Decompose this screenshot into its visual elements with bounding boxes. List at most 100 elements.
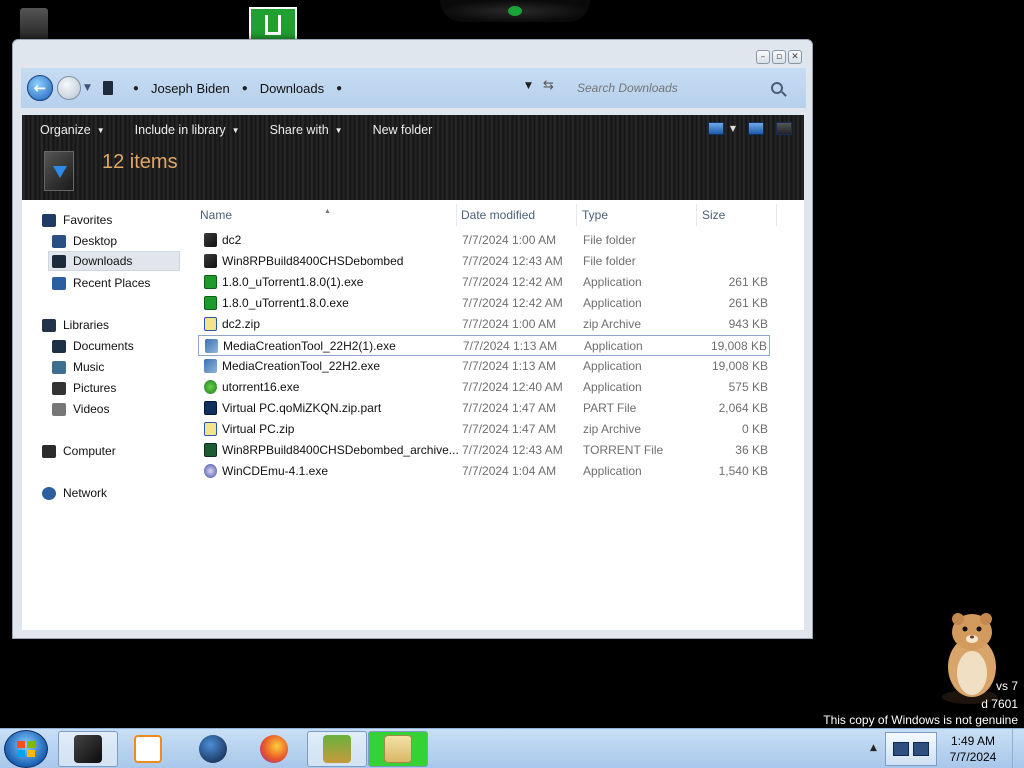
help-icon[interactable] bbox=[776, 122, 792, 135]
action-center-icon[interactable] bbox=[893, 742, 909, 756]
nav-libraries[interactable]: Libraries bbox=[42, 315, 109, 335]
nav-label: Pictures bbox=[73, 381, 117, 395]
file-row[interactable]: Win8RPBuild8400CHSDebombed 7/7/2024 12:43… bbox=[198, 251, 770, 272]
start-button[interactable] bbox=[4, 730, 48, 768]
column-type[interactable]: Type bbox=[582, 208, 608, 222]
file-name: 1.8.0_uTorrent1.8.0(1).exe bbox=[222, 275, 364, 289]
share-with-button[interactable]: Share with ▼ bbox=[270, 123, 343, 137]
refresh-icon[interactable]: ⇆ bbox=[543, 78, 554, 93]
taskbar-box-game[interactable] bbox=[307, 731, 367, 767]
file-type: Application bbox=[583, 275, 642, 289]
view-dropdown-icon[interactable]: ▼ bbox=[730, 124, 736, 133]
recent-pages-dropdown[interactable]: ▼ bbox=[84, 83, 91, 93]
view-buttons: ▼ bbox=[707, 122, 792, 135]
file-row[interactable]: Virtual PC.qoMiZKQN.zip.part 7/7/2024 1:4… bbox=[198, 398, 770, 419]
nav-pictures[interactable]: Pictures bbox=[52, 378, 116, 398]
address-dropdown[interactable]: ▼ bbox=[525, 81, 532, 91]
nav-label: Libraries bbox=[63, 318, 110, 332]
taskbar-folder[interactable] bbox=[368, 731, 428, 767]
star-icon bbox=[42, 213, 56, 227]
file-date: 7/7/2024 1:47 AM bbox=[462, 422, 557, 436]
nav-computer[interactable]: Computer bbox=[42, 441, 116, 461]
file-type: TORRENT File bbox=[583, 443, 664, 457]
file-row[interactable]: WinCDEmu-4.1.exe 7/7/2024 1:04 AM Applicat… bbox=[198, 461, 770, 482]
folder-green-icon bbox=[384, 735, 412, 763]
desktop-icon[interactable] bbox=[20, 8, 48, 42]
file-type: File folder bbox=[583, 254, 636, 268]
forward-button[interactable] bbox=[57, 76, 81, 100]
file-row[interactable]: Virtual PC.zip 7/7/2024 1:47 AM zip Archiv… bbox=[198, 419, 770, 440]
file-row[interactable]: dc2 7/7/2024 1:00 AM File folder bbox=[198, 230, 770, 251]
breadcrumb-downloads[interactable]: Downloads bbox=[260, 81, 324, 96]
navigation-pane: Favorites Desktop Downloads Recent Place… bbox=[22, 200, 190, 630]
column-size[interactable]: Size bbox=[702, 208, 725, 222]
file-size: 943 KB bbox=[728, 317, 768, 331]
clock[interactable]: 1:49 AM 7/7/2024 bbox=[940, 733, 1006, 765]
desktop-utorrent-icon[interactable] bbox=[249, 7, 297, 41]
change-view-icon[interactable] bbox=[707, 122, 724, 135]
column-divider[interactable] bbox=[456, 204, 457, 226]
nav-label: Music bbox=[73, 360, 105, 374]
nav-videos[interactable]: Videos bbox=[52, 399, 109, 419]
clock-time: 1:49 AM bbox=[950, 734, 996, 748]
network-tray-icon[interactable] bbox=[913, 742, 929, 756]
file-row[interactable]: utorrent16.exe 7/7/2024 12:40 AM Applicati… bbox=[198, 377, 770, 398]
firefox-icon bbox=[260, 735, 288, 763]
downloads-icon bbox=[52, 254, 66, 268]
watermark-line-3: This copy of Windows is not genuine bbox=[823, 713, 1018, 727]
file-name: Win8RPBuild8400CHSDebombed bbox=[222, 254, 404, 268]
file-row[interactable]: MediaCreationTool_22H2.exe 7/7/2024 1:13 … bbox=[198, 356, 770, 377]
maximize-button[interactable]: ▫ bbox=[772, 50, 786, 64]
organize-button[interactable]: Organize ▼ bbox=[40, 123, 105, 137]
torrent-file-icon bbox=[204, 443, 217, 457]
file-row[interactable]: Win8RPBuild8400CHSDebombed_archive... 7/7… bbox=[198, 440, 770, 461]
nav-label: Downloads bbox=[73, 254, 133, 268]
file-row[interactable]: 1.8.0_uTorrent1.8.0(1).exe 7/7/2024 12:42… bbox=[198, 272, 770, 293]
file-size: 19,008 KB bbox=[710, 339, 767, 353]
file-size: 19,008 KB bbox=[711, 359, 768, 373]
column-divider[interactable] bbox=[576, 204, 577, 226]
search-input[interactable] bbox=[571, 81, 771, 95]
explorer-icon bbox=[74, 735, 102, 763]
column-divider[interactable] bbox=[696, 204, 697, 226]
taskbar-firefox[interactable] bbox=[244, 731, 304, 767]
show-desktop-button[interactable] bbox=[1012, 729, 1024, 768]
close-button[interactable]: ✕ bbox=[788, 50, 802, 64]
breadcrumb-user[interactable]: Joseph Biden bbox=[151, 81, 230, 96]
nav-desktop[interactable]: Desktop bbox=[52, 231, 117, 251]
content-area: Favorites Desktop Downloads Recent Place… bbox=[22, 200, 804, 630]
file-row[interactable]: 1.8.0_uTorrent1.8.0.exe 7/7/2024 12:42 AM… bbox=[198, 293, 770, 314]
media-creation-tool-icon bbox=[204, 359, 217, 373]
address-bar[interactable]: ● Joseph Biden ● Downloads ● bbox=[97, 75, 537, 101]
windows-logo-icon bbox=[17, 741, 35, 757]
file-row[interactable]: dc2.zip 7/7/2024 1:00 AM zip Archive 943 KB bbox=[198, 314, 770, 335]
minimize-button[interactable]: – bbox=[756, 50, 770, 64]
file-date: 7/7/2024 12:40 AM bbox=[462, 380, 563, 394]
nav-network[interactable]: Network bbox=[42, 483, 107, 503]
include-in-library-button[interactable]: Include in library ▼ bbox=[135, 123, 240, 137]
taskbar-globe[interactable] bbox=[183, 731, 243, 767]
column-name[interactable]: Name bbox=[200, 208, 232, 222]
nav-music[interactable]: Music bbox=[52, 357, 104, 377]
file-row[interactable]: MediaCreationTool_22H2(1).exe 7/7/2024 1:… bbox=[198, 335, 770, 356]
nav-label: Recent Places bbox=[73, 276, 151, 290]
column-date-modified[interactable]: Date modified bbox=[461, 208, 535, 222]
file-name: WinCDEmu-4.1.exe bbox=[222, 464, 329, 478]
file-name: Win8RPBuild8400CHSDebombed_archive... bbox=[222, 443, 459, 457]
search-icon[interactable] bbox=[771, 82, 783, 94]
nav-documents[interactable]: Documents bbox=[52, 336, 134, 356]
tray-expand-icon[interactable]: ▲ bbox=[870, 743, 877, 753]
nav-recent-places[interactable]: Recent Places bbox=[52, 273, 150, 293]
nav-label: Favorites bbox=[63, 213, 113, 227]
taskbar-explorer[interactable] bbox=[58, 731, 118, 767]
new-folder-button[interactable]: New folder bbox=[373, 123, 433, 137]
taskbar-media-player[interactable] bbox=[118, 731, 178, 767]
breadcrumb-separator: ● bbox=[132, 82, 139, 94]
organize-label: Organize bbox=[40, 123, 91, 137]
nav-downloads[interactable]: Downloads bbox=[48, 251, 180, 271]
preview-pane-icon[interactable] bbox=[748, 122, 764, 135]
search-box bbox=[571, 75, 799, 101]
back-button[interactable]: ← bbox=[27, 75, 53, 101]
column-divider[interactable] bbox=[776, 204, 777, 226]
nav-favorites[interactable]: Favorites bbox=[42, 210, 112, 230]
